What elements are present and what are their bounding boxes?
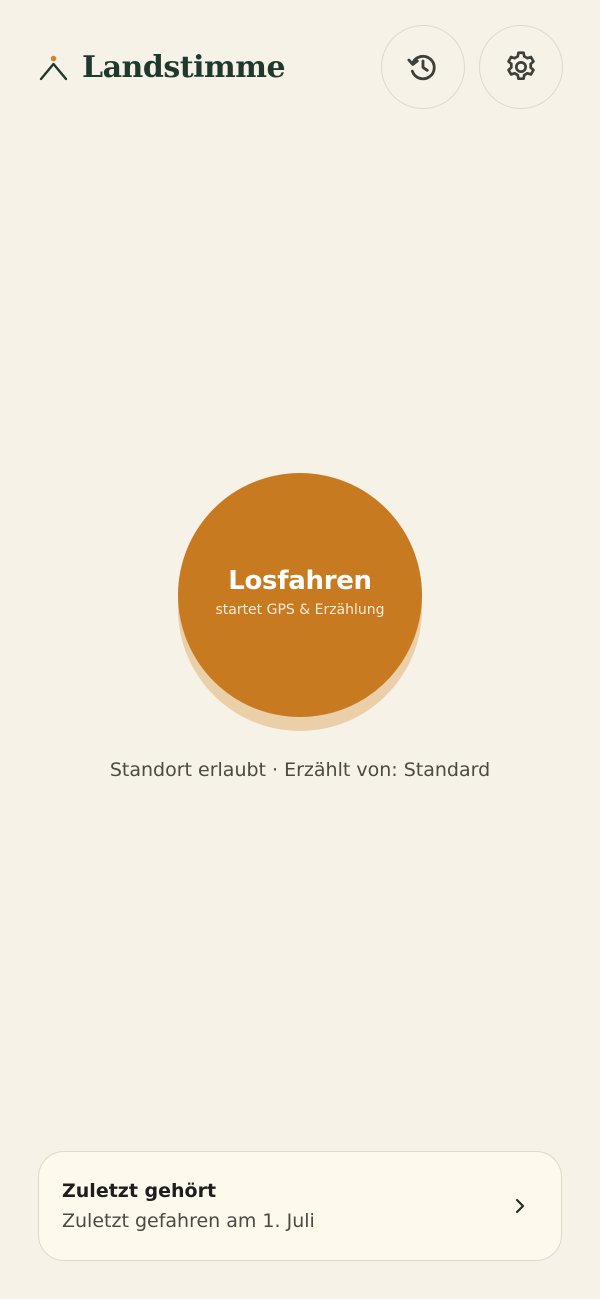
start-drive-button[interactable]: Losfahren startet GPS & Erzählung [178, 473, 422, 717]
landstimme-logo-icon [39, 55, 68, 81]
chevron-right-icon [509, 1194, 531, 1218]
settings-button[interactable] [479, 25, 563, 109]
history-icon [407, 54, 436, 81]
start-button-label: Losfahren [228, 566, 372, 596]
status-text: Standort erlaubt · Erzählt von: Standard [109, 759, 491, 781]
app-logo: Landstimme [38, 48, 286, 88]
start-button-wrapper: Losfahren startet GPS & Erzählung [178, 473, 422, 733]
app-title: Landstimme [82, 50, 286, 85]
recent-card-subtitle: Zuletzt gefahren am 1. Juli [62, 1210, 315, 1232]
gear-icon [507, 51, 535, 81]
recently-heard-card[interactable]: Zuletzt gehört Zuletzt gefahren am 1. Ju… [38, 1151, 562, 1261]
recent-card-title: Zuletzt gehört [62, 1180, 217, 1202]
history-button[interactable] [381, 25, 465, 109]
start-button-sublabel: startet GPS & Erzählung [215, 602, 385, 618]
